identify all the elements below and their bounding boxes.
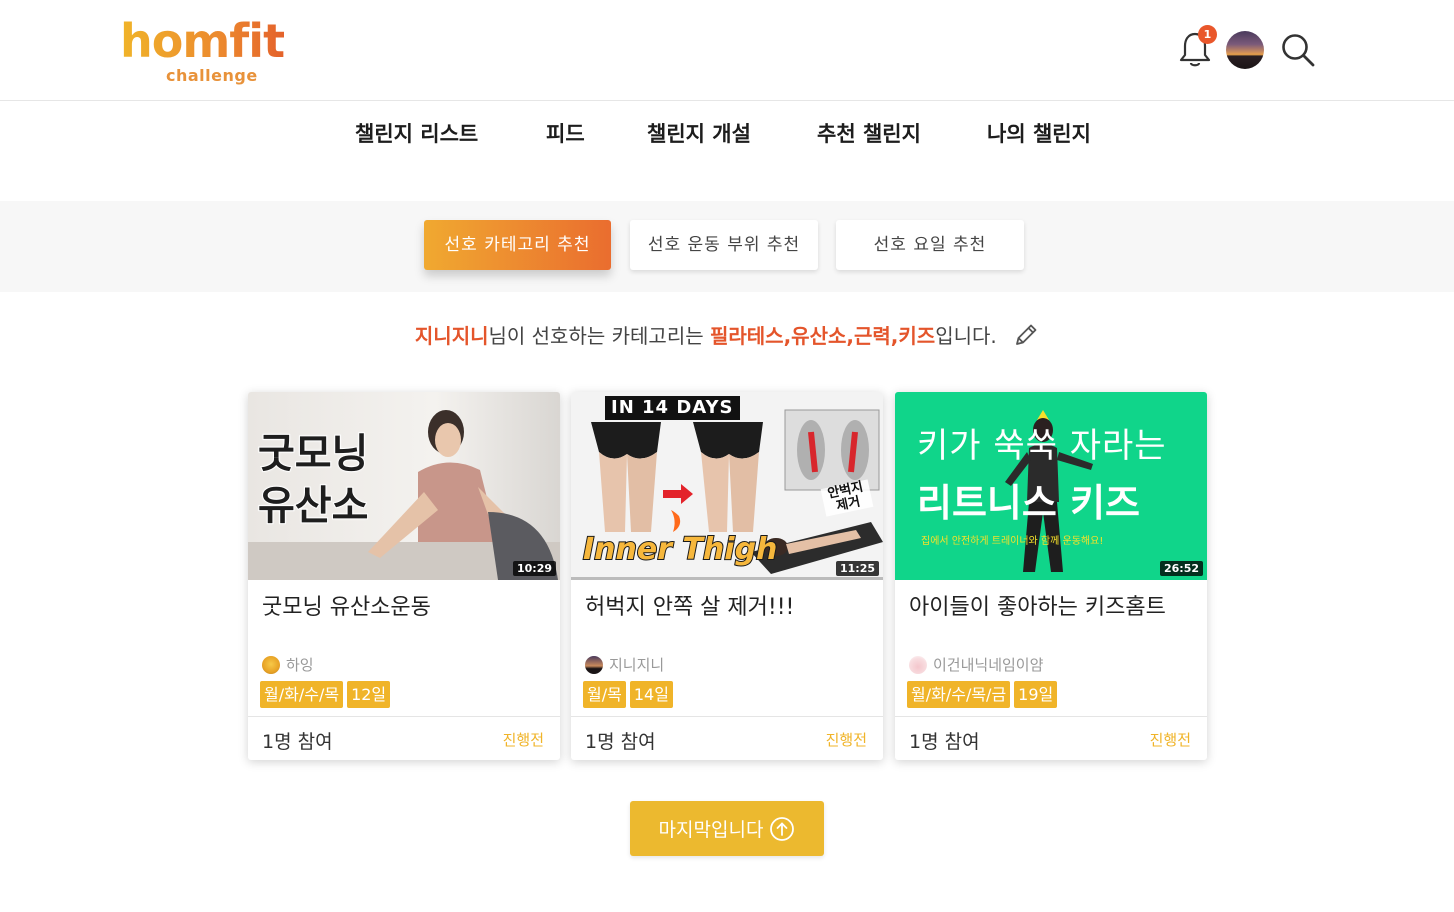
- challenge-card[interactable]: 굿모닝 유산소 10:29 굿모닝 유산소운동 하잉 월/화/수/목 12일 1…: [248, 392, 560, 760]
- challenge-title[interactable]: 굿모닝 유산소운동: [262, 589, 431, 621]
- thumbnail-caption: 키가 쑥쑥 자라는: [917, 426, 1167, 466]
- video-duration: 26:52: [1159, 561, 1203, 576]
- scroll-top-button[interactable]: 마지막입니다: [630, 801, 824, 856]
- top-header: homfit challenge 1: [0, 0, 1454, 101]
- days-tag: 월/화/수/목: [260, 681, 344, 708]
- challenge-thumbnail[interactable]: IN 14 DAYS Inner Thigh 안벅지 제거 11:25: [571, 392, 883, 580]
- thumbnail-caption: 굿모닝 유산소: [257, 428, 369, 532]
- thumbnail-banner: IN 14 DAYS: [605, 396, 740, 420]
- challenge-author: 지니지니: [585, 654, 664, 675]
- preferred-categories: 필라테스,유산소,근력,키즈: [709, 324, 936, 348]
- search-icon[interactable]: [1280, 32, 1316, 68]
- homfit-logo[interactable]: homfit challenge: [120, 14, 300, 88]
- period-tag: 19일: [1014, 681, 1058, 708]
- recommend-tab-bar: 선호 카테고리 추천 선호 운동 부위 추천 선호 요일 추천: [0, 201, 1454, 292]
- user-nickname: 지니지니: [414, 324, 489, 348]
- challenge-title[interactable]: 아이들이 좋아하는 키즈홈트: [909, 589, 1166, 621]
- nav-feed[interactable]: 피드: [546, 118, 585, 148]
- challenge-tags: 월/화/수/목 12일: [260, 681, 394, 708]
- notification-badge: 1: [1198, 25, 1217, 44]
- author-avatar: [585, 655, 603, 674]
- period-tag: 14일: [629, 681, 673, 708]
- thumbnail-subcaption: 집에서 안전하게 트레이너와 함께 운동해요!: [921, 536, 1104, 547]
- challenge-thumbnail[interactable]: 굿모닝 유산소 10:29: [248, 392, 560, 580]
- card-footer: 1명 참여 진행전: [248, 716, 560, 760]
- status-badge: 진행전: [825, 731, 867, 749]
- author-avatar: [262, 655, 280, 674]
- thumbnail-caption-line: 유산소: [257, 482, 369, 530]
- author-avatar: [909, 655, 927, 674]
- nav-my-challenge[interactable]: 나의 챌린지: [987, 118, 1091, 148]
- participant-count: 1명 참여: [585, 731, 656, 753]
- participant-count: 1명 참여: [909, 731, 980, 753]
- thumbnail-caption: 리트니스 키즈: [917, 481, 1140, 525]
- video-duration: 11:25: [835, 561, 879, 576]
- card-footer: 1명 참여 진행전: [571, 716, 883, 760]
- tab-body-part[interactable]: 선호 운동 부위 추천: [630, 220, 818, 270]
- status-badge: 진행전: [502, 731, 544, 749]
- challenge-card[interactable]: 키가 쑥쑥 자라는 리트니스 키즈 집에서 안전하게 트레이너와 함께 운동해요…: [895, 392, 1207, 760]
- preference-text-end: 입니다.: [935, 324, 997, 348]
- tab-category[interactable]: 선호 카테고리 추천: [424, 220, 611, 270]
- challenge-author: 하잉: [262, 654, 314, 675]
- challenge-card[interactable]: IN 14 DAYS Inner Thigh 안벅지 제거 11:25 허벅지 …: [571, 392, 883, 760]
- preference-text: 님이 선호하는 카테고리는: [488, 324, 710, 348]
- author-name: 하잉: [286, 656, 314, 674]
- tab-weekday[interactable]: 선호 요일 추천: [836, 220, 1024, 270]
- thumbnail-caption: Inner Thigh: [582, 531, 778, 568]
- logo-subtitle: challenge: [166, 66, 258, 85]
- status-badge: 진행전: [1149, 731, 1191, 749]
- author-name: 지니지니: [609, 656, 665, 674]
- main-nav: 챌린지 리스트 피드 챌린지 개설 추천 챌린지 나의 챌린지: [0, 101, 1454, 161]
- period-tag: 12일: [347, 681, 391, 708]
- challenge-tags: 월/화/수/목/금 19일: [907, 681, 1061, 708]
- challenge-thumbnail[interactable]: 키가 쑥쑥 자라는 리트니스 키즈 집에서 안전하게 트레이너와 함께 운동해요…: [895, 392, 1207, 580]
- nav-recommended-challenge[interactable]: 추천 챌린지: [817, 118, 921, 148]
- card-footer: 1명 참여 진행전: [895, 716, 1207, 760]
- challenge-tags: 월/목 14일: [583, 681, 677, 708]
- days-tag: 월/목: [583, 681, 626, 708]
- arrow-up-circle-icon: [770, 816, 795, 841]
- scroll-top-label: 마지막입니다: [658, 819, 764, 841]
- days-tag: 월/화/수/목/금: [907, 681, 1011, 708]
- nav-challenge-list[interactable]: 챌린지 리스트: [355, 118, 478, 148]
- challenge-author: 이건내닉네임이얌: [909, 654, 1043, 675]
- thumbnail-caption-line: 굿모닝: [257, 430, 369, 478]
- challenge-title[interactable]: 허벅지 안쪽 살 제거!!!: [585, 589, 794, 621]
- video-duration: 10:29: [512, 561, 556, 576]
- nav-create-challenge[interactable]: 챌린지 개설: [647, 118, 751, 148]
- participant-count: 1명 참여: [262, 731, 333, 753]
- logo-wordmark: homfit: [120, 14, 285, 68]
- author-name: 이건내닉네임이얌: [933, 656, 1044, 674]
- pencil-icon[interactable]: [1013, 322, 1039, 348]
- preference-summary: 지니지니님이 선호하는 카테고리는 필라테스,유산소,근력,키즈입니다.: [0, 320, 1454, 349]
- avatar[interactable]: [1226, 31, 1264, 69]
